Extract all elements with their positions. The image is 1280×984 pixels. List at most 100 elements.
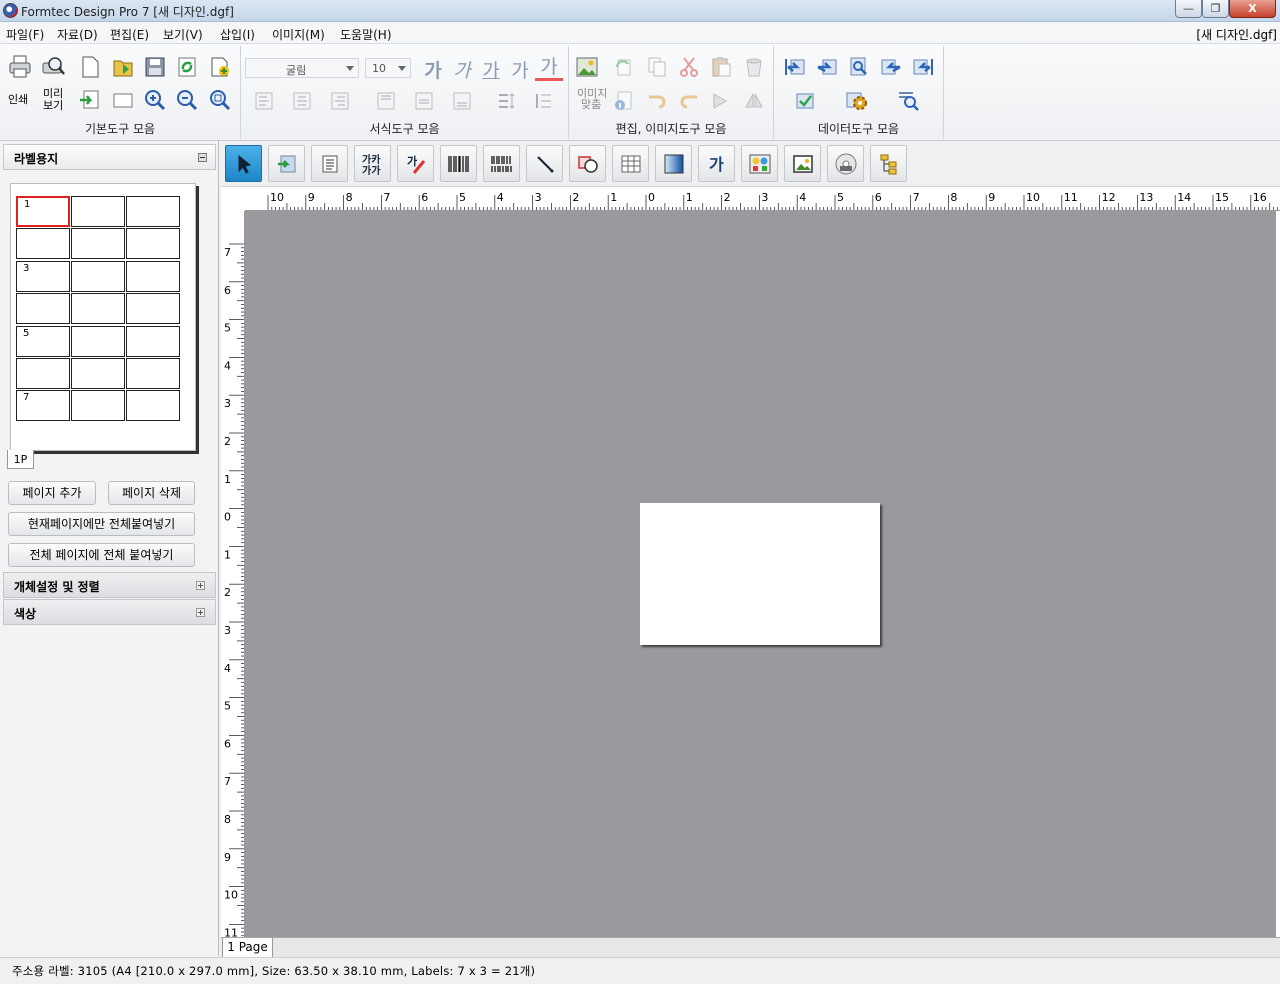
new-document-button[interactable] <box>75 52 105 81</box>
art-text-tool-button[interactable]: 가 <box>397 145 434 182</box>
menu-view[interactable]: 보기(V) <box>163 26 203 43</box>
valign-bottom-button[interactable] <box>447 86 477 115</box>
menu-data[interactable]: 자료(D) <box>57 26 98 43</box>
menu-insert[interactable]: 삽입(I) <box>220 26 255 43</box>
align-right-button[interactable] <box>325 86 355 115</box>
font-combo[interactable]: 굴림 <box>245 58 359 78</box>
text-tool-button[interactable]: 가 <box>698 145 735 182</box>
tree-tool-button[interactable] <box>870 145 907 182</box>
cut-button[interactable] <box>674 52 704 81</box>
label-cell[interactable] <box>126 325 180 357</box>
line-spacing-button[interactable] <box>491 86 521 115</box>
cd-label-tool-button[interactable] <box>827 145 864 182</box>
barcode-tool-button[interactable] <box>440 145 477 182</box>
italic-button[interactable]: 가 <box>448 56 476 83</box>
color-section[interactable]: 색상 <box>3 599 216 625</box>
paste-all-pages-button[interactable]: 전체 페이지에 전체 붙여넣기 <box>8 543 195 567</box>
label-cell[interactable] <box>71 228 125 260</box>
shape-tool-button[interactable] <box>569 145 606 182</box>
label-cell[interactable] <box>126 260 180 292</box>
minimize-button[interactable]: — <box>1175 0 1202 18</box>
label-cell[interactable]: 3 <box>16 260 70 292</box>
label-cell[interactable] <box>71 293 125 325</box>
data-settings-button[interactable] <box>842 86 872 115</box>
gradient-tool-button[interactable] <box>655 145 692 182</box>
zoom-fit-button[interactable] <box>205 85 235 114</box>
align-left-button[interactable] <box>249 86 279 115</box>
menu-image[interactable]: 이미지(M) <box>272 26 325 43</box>
valign-top-button[interactable] <box>371 86 401 115</box>
text-box-tool-button[interactable] <box>311 145 348 182</box>
undo-button[interactable] <box>609 52 639 81</box>
paste-current-page-button[interactable]: 현재페이지에만 전체붙여넣기 <box>8 512 195 536</box>
workspace-area[interactable] <box>245 211 1276 937</box>
delete-button[interactable] <box>739 52 769 81</box>
label-cell[interactable] <box>71 325 125 357</box>
label-cell[interactable] <box>126 293 180 325</box>
vertical-text-tool-button[interactable]: 가카 가가 <box>354 145 391 182</box>
label-cell[interactable] <box>71 390 125 422</box>
delete-page-button[interactable]: 페이지 삭제 <box>108 481 195 505</box>
valign-middle-button[interactable] <box>409 86 439 115</box>
picture-tool-button[interactable] <box>784 145 821 182</box>
table-tool-button[interactable] <box>612 145 649 182</box>
print-button[interactable] <box>5 52 35 81</box>
find-record-button[interactable] <box>844 52 874 81</box>
first-record-button[interactable] <box>780 52 810 81</box>
label-cell[interactable] <box>16 358 70 389</box>
label-cell[interactable] <box>126 196 180 227</box>
data-search-button[interactable] <box>894 86 924 115</box>
label-design-surface[interactable] <box>640 503 880 645</box>
import-tool-button[interactable] <box>268 145 305 182</box>
expand-icon[interactable] <box>196 608 205 617</box>
font-size-combo[interactable]: 10 <box>365 58 411 78</box>
label-cell[interactable]: 7 <box>16 390 70 422</box>
zoom-in-button[interactable] <box>140 85 170 114</box>
label-cell[interactable] <box>71 260 125 292</box>
page-tab-1p[interactable]: 1P <box>7 450 34 469</box>
copy-button[interactable] <box>642 52 672 81</box>
label-cell[interactable]: 1 <box>16 196 70 227</box>
menu-help[interactable]: 도움말(H) <box>340 26 392 43</box>
open-button[interactable] <box>108 52 138 81</box>
label-cell[interactable] <box>126 390 180 422</box>
next-record-button[interactable] <box>876 52 906 81</box>
last-record-button[interactable] <box>908 52 938 81</box>
add-page-button[interactable]: 페이지 추가 <box>8 481 96 505</box>
paste-button[interactable] <box>706 52 736 81</box>
restore-button[interactable]: ❐ <box>1202 0 1229 18</box>
collapse-icon[interactable] <box>198 153 207 162</box>
refresh-button[interactable] <box>172 52 202 81</box>
label-cell[interactable] <box>126 228 180 260</box>
data-check-button[interactable] <box>790 86 820 115</box>
new-add-button[interactable] <box>205 52 235 81</box>
label-cell[interactable]: 5 <box>16 325 70 357</box>
page-tab-1[interactable]: 1 Page <box>222 938 273 958</box>
rotate-right-button[interactable] <box>642 86 672 115</box>
barcode2-tool-button[interactable] <box>483 145 520 182</box>
flip-vertical-button[interactable] <box>739 86 769 115</box>
label-cell[interactable] <box>16 293 70 325</box>
flip-horizontal-button[interactable] <box>706 86 736 115</box>
import-button[interactable] <box>75 85 105 114</box>
clipart-tool-button[interactable] <box>741 145 778 182</box>
close-button[interactable]: X <box>1229 0 1276 18</box>
page-rect-button[interactable] <box>108 85 138 114</box>
select-tool-button[interactable] <box>225 145 262 182</box>
menu-file[interactable]: 파일(F) <box>6 26 44 43</box>
object-settings-section[interactable]: 개체설정 및 정렬 <box>3 572 216 598</box>
label-cell[interactable] <box>16 228 70 260</box>
preview-button[interactable] <box>38 52 68 81</box>
expand-icon[interactable] <box>196 581 205 590</box>
label-cell[interactable] <box>71 196 125 227</box>
align-center-button[interactable] <box>287 86 317 115</box>
menu-edit[interactable]: 편집(E) <box>110 26 149 43</box>
label-cell[interactable] <box>126 358 180 389</box>
prev-record-button[interactable] <box>812 52 842 81</box>
label-cell[interactable] <box>71 358 125 389</box>
outline-button[interactable]: 가 <box>506 56 534 83</box>
design-canvas[interactable]: 10 9 8 7 6 5 4 3 2 1 0 1 2 3 4 5 6 7 8 9 10 11 12 13 14 15 16 7654… <box>221 187 1280 939</box>
zoom-out-button[interactable] <box>172 85 202 114</box>
underline-button[interactable]: 가 <box>477 56 505 83</box>
image-button[interactable] <box>572 52 602 81</box>
